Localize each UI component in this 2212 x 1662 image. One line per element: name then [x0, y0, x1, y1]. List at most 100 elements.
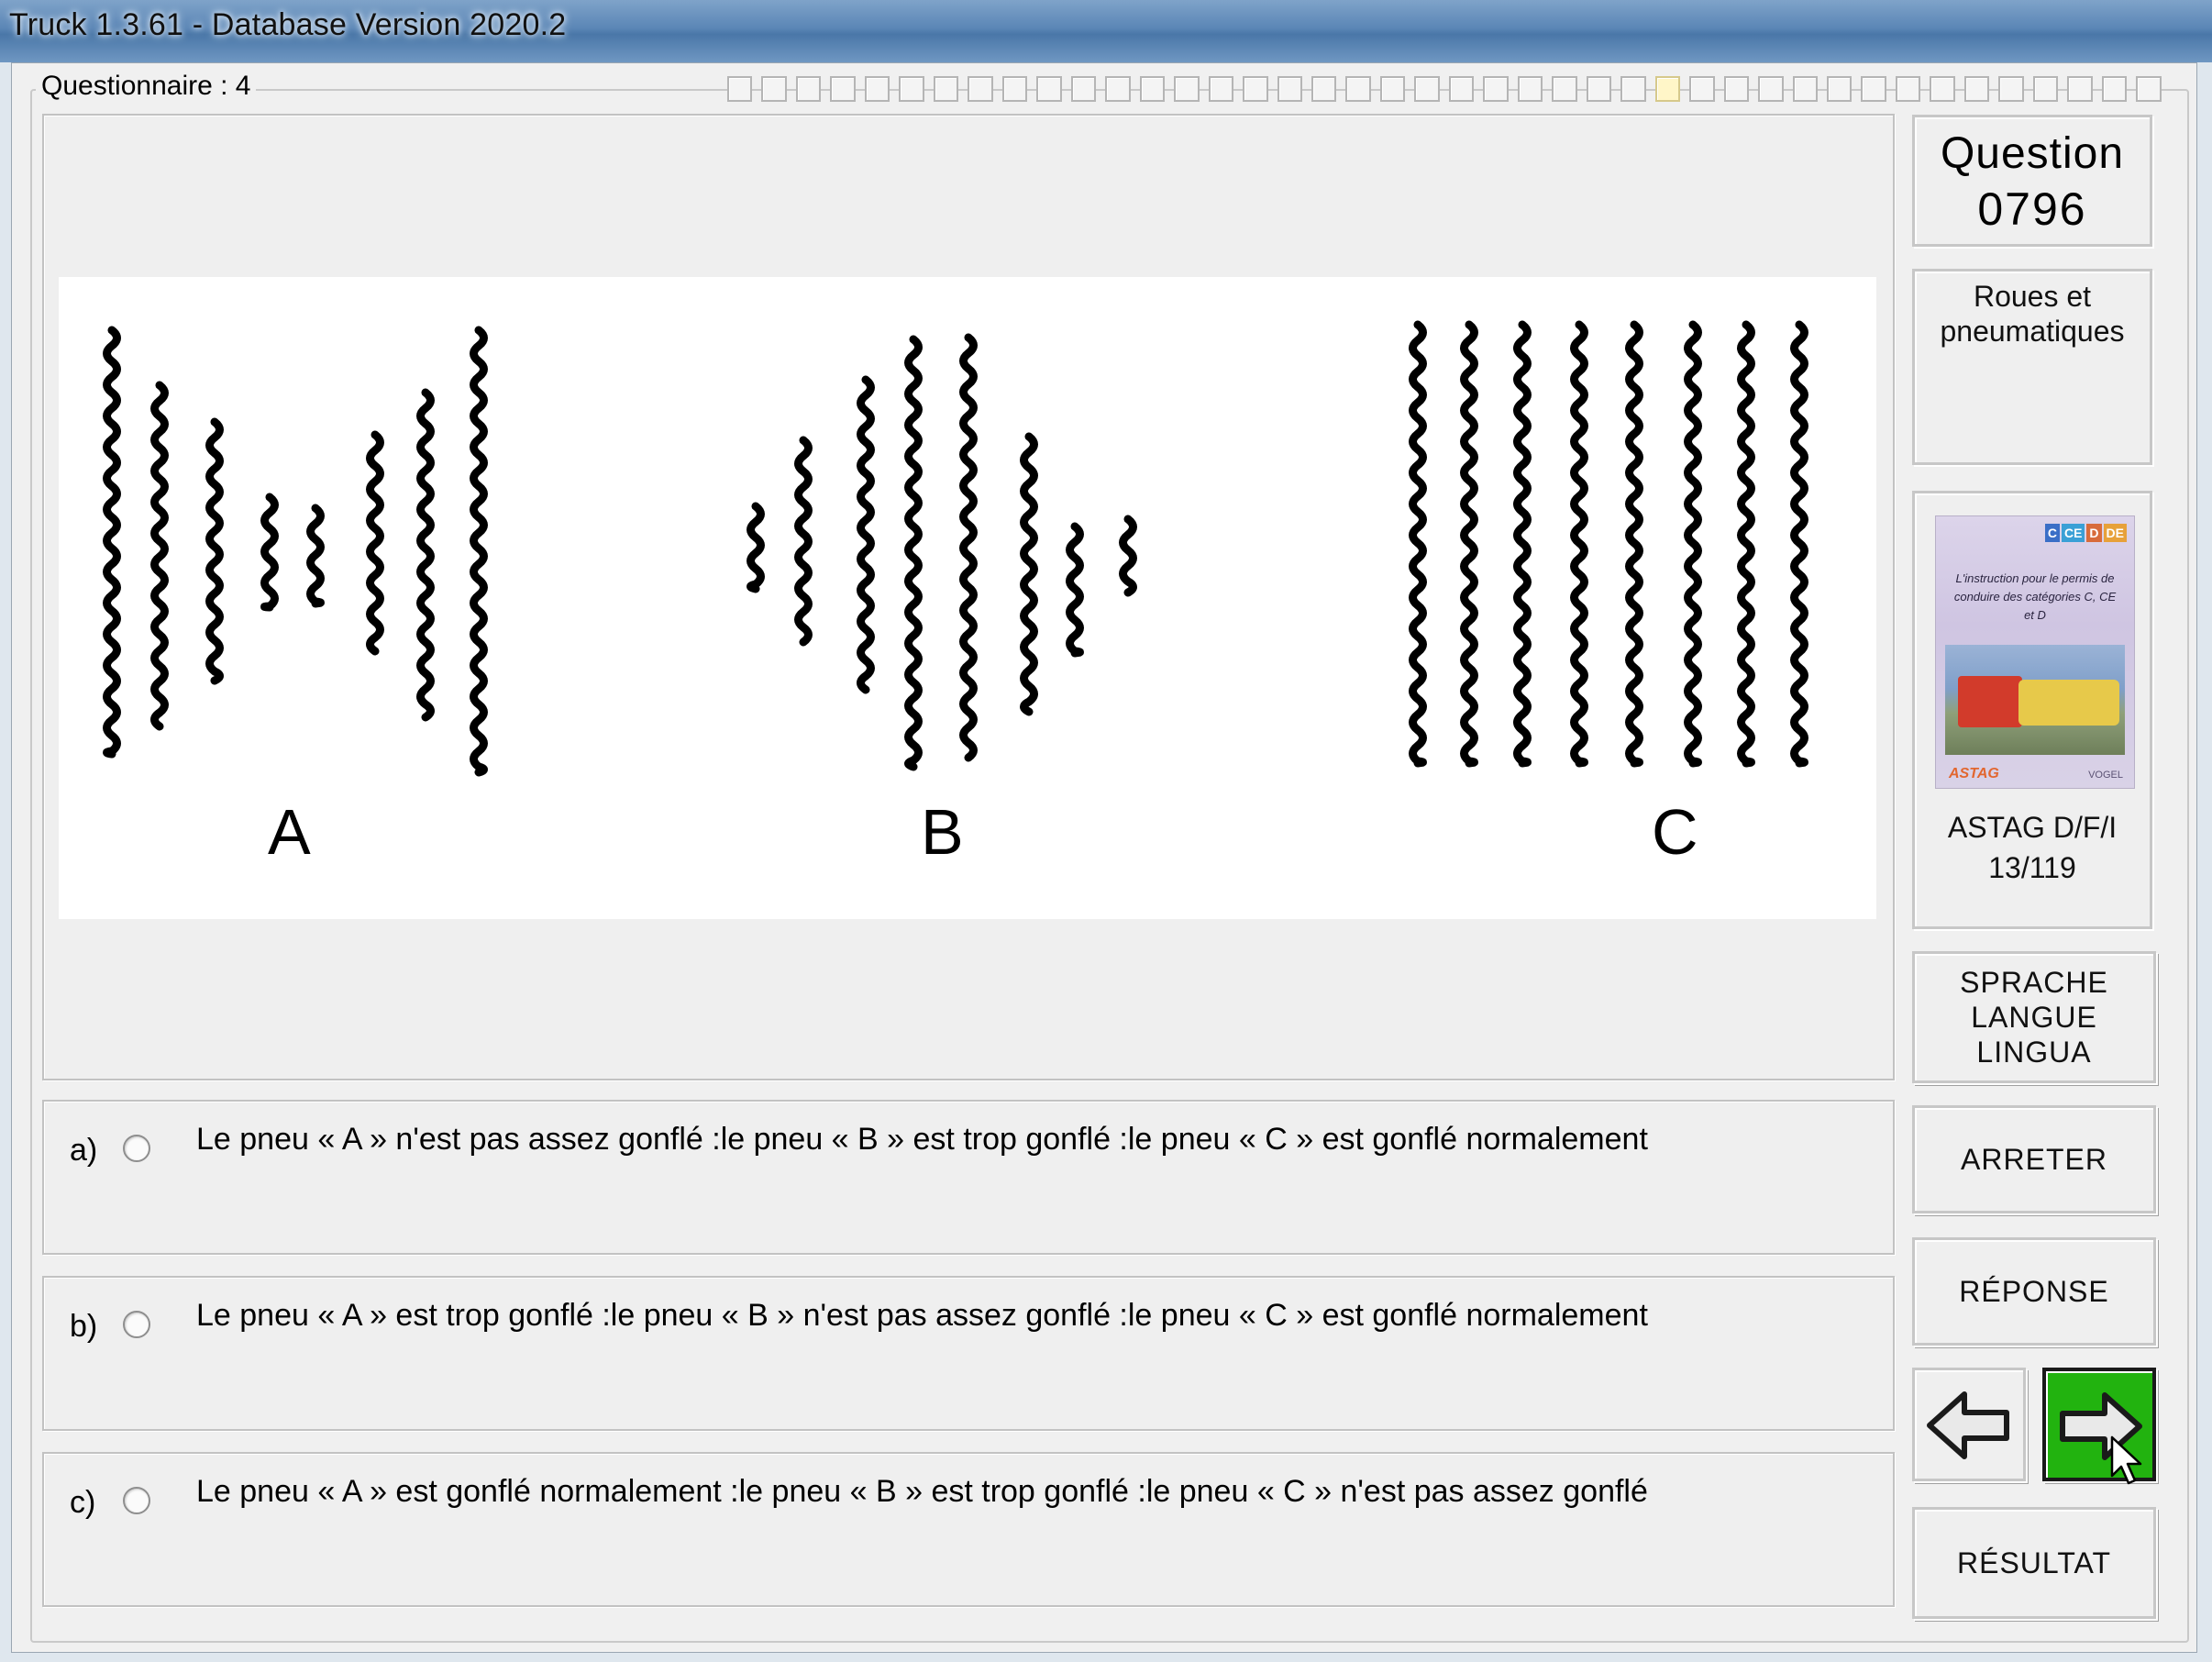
progress-segment: [1654, 76, 1681, 102]
language-button[interactable]: SPRACHE LANGUE LINGUA: [1912, 951, 2156, 1083]
progress-segment: [2136, 76, 2162, 102]
progress-segment: [1036, 76, 1062, 102]
figure-label-b: B: [921, 796, 964, 868]
tread-groove: [150, 381, 169, 731]
language-label-it: LINGUA: [1976, 1036, 2092, 1069]
category-box: Roues et pneumatiques: [1912, 269, 2152, 465]
progress-segment: [1311, 76, 1337, 102]
progress-segment: [1277, 76, 1302, 102]
tread-groove: [205, 417, 224, 685]
answer-option-a[interactable]: a) Le pneu « A » n'est pas assez gonflé …: [42, 1100, 1895, 1255]
progress-segment: [1070, 76, 1097, 102]
tread-groove: [260, 493, 279, 612]
tread-groove: [470, 326, 488, 777]
result-button[interactable]: RÉSULTAT: [1912, 1507, 2156, 1619]
next-question-button[interactable]: [2042, 1368, 2156, 1485]
stop-button[interactable]: ARRETER: [1912, 1105, 2156, 1213]
title-bar: Truck 1.3.61 - Database Version 2020.2: [0, 0, 2212, 62]
progress-segment: [761, 76, 787, 102]
tread-groove: [1790, 320, 1808, 768]
tread-groove: [1460, 320, 1478, 768]
category-tag-ce: CE: [2061, 524, 2085, 542]
progress-segment: [1998, 76, 2024, 102]
progress-segment: [1963, 76, 1990, 102]
publisher-logo-right: VOGEL: [2088, 770, 2123, 781]
progress-segment: [933, 76, 959, 102]
progress-segment: [1827, 76, 1853, 102]
tread-groove: [1020, 432, 1038, 716]
mouse-pointer-icon: [2110, 1435, 2142, 1485]
main-window: Questionnaire : 4 A B C a) Le pneu « A »…: [11, 62, 2197, 1653]
tread-groove: [1119, 515, 1137, 597]
progress-segment: [1105, 76, 1131, 102]
answer-radio-b[interactable]: [123, 1311, 150, 1338]
question-number: 0796: [1977, 183, 2087, 235]
progress-segment: [1723, 76, 1750, 102]
questionnaire-label: Questionnaire : 4: [36, 71, 257, 102]
tread-groove: [794, 436, 813, 647]
progress-segment: [795, 76, 822, 102]
tire-tread-figure: A B C: [59, 277, 1876, 919]
progress-segment: [1345, 76, 1371, 102]
progress-segment: [1689, 76, 1715, 102]
vehicles-photo: [1945, 645, 2125, 755]
arrow-left-icon: [1927, 1391, 2009, 1459]
tread-groove: [747, 502, 765, 593]
book-cover-image: C CE D DE L'instruction pour le permis d…: [1935, 515, 2135, 789]
tread-groove: [904, 335, 923, 771]
progress-segment: [1243, 76, 1268, 102]
source-reference: ASTAG D/F/I: [1947, 811, 2118, 844]
progress-segment: [968, 76, 993, 102]
tread-groove: [366, 430, 384, 656]
progress-segment: [1930, 76, 1955, 102]
truck-image: [1958, 676, 2022, 727]
figure-label-c: C: [1652, 796, 1698, 868]
answer-letter: c): [70, 1485, 96, 1520]
progress-segment: [1517, 76, 1543, 102]
question-image-panel: A B C: [42, 114, 1895, 1080]
question-label: Question: [1940, 129, 2125, 178]
category-line-1: Roues et: [1973, 280, 2092, 313]
tread-groove: [306, 504, 325, 608]
bus-image: [2018, 680, 2119, 726]
source-book-box: C CE D DE L'instruction pour le permis d…: [1912, 491, 2152, 929]
tread-wear-illustration: [103, 320, 1808, 777]
tread-groove: [1684, 320, 1702, 768]
answer-radio-a[interactable]: [123, 1135, 150, 1162]
category-tag-d: D: [2086, 524, 2102, 542]
answer-text: Le pneu « A » n'est pas assez gonflé :le…: [196, 1122, 1648, 1157]
tread-groove: [1625, 320, 1643, 768]
progress-segment: [1448, 76, 1475, 102]
progress-segment: [2101, 76, 2128, 102]
category-line-2: pneumatiques: [1940, 315, 2125, 348]
question-number-box: Question 0796: [1912, 115, 2152, 247]
progress-segment: [1792, 76, 1818, 102]
show-answer-button[interactable]: RÉPONSE: [1912, 1237, 2156, 1346]
tread-groove: [1570, 320, 1588, 768]
progress-segment: [1586, 76, 1612, 102]
progress-segment: [1414, 76, 1440, 102]
progress-segment: [1620, 76, 1646, 102]
progress-segment: [1174, 76, 1200, 102]
answer-letter: b): [70, 1309, 98, 1344]
progress-segment: [1001, 76, 1028, 102]
answer-option-b[interactable]: b) Le pneu « A » est trop gonflé :le pne…: [42, 1276, 1895, 1431]
progress-segment: [1861, 76, 1886, 102]
answer-radio-c[interactable]: [123, 1487, 150, 1514]
tread-groove: [959, 333, 978, 762]
tread-groove: [103, 326, 121, 759]
source-page: 13/119: [1988, 851, 2076, 884]
progress-segment: [1139, 76, 1166, 102]
answer-option-c[interactable]: c) Le pneu « A » est gonflé normalement …: [42, 1452, 1895, 1607]
window-title: Truck 1.3.61 - Database Version 2020.2: [9, 7, 567, 42]
progress-segment: [830, 76, 856, 102]
tread-groove: [1513, 320, 1532, 768]
progress-segment: [2032, 76, 2059, 102]
tread-groove: [1737, 320, 1755, 768]
progress-segment: [2067, 76, 2093, 102]
progress-segment: [1895, 76, 1921, 102]
previous-question-button[interactable]: [1912, 1368, 2026, 1481]
progress-segment: [1208, 76, 1234, 102]
progress-segment: [864, 76, 890, 102]
tread-groove: [1066, 522, 1084, 658]
